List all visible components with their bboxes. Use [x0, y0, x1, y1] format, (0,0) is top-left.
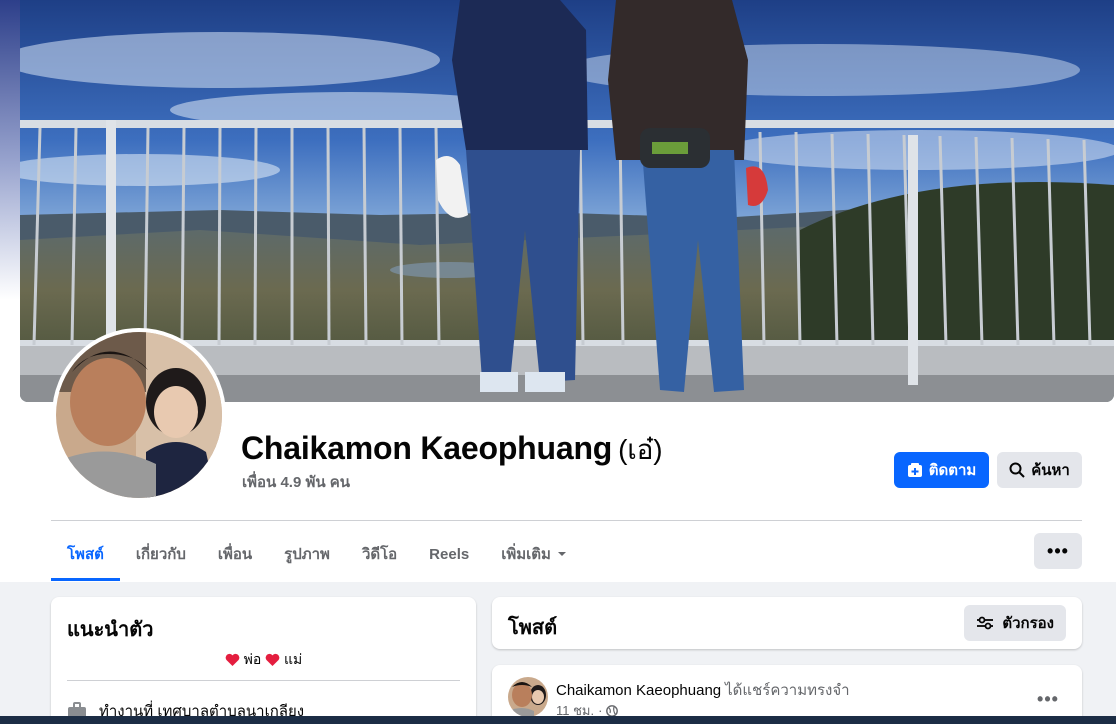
friends-count-link[interactable]: เพื่อน 4.9 พัน คน: [242, 470, 350, 494]
follow-label: ติดตาม: [928, 462, 977, 479]
search-button[interactable]: ค้นหา: [997, 452, 1082, 488]
os-taskbar: [0, 716, 1116, 724]
more-dots-icon: •••: [1037, 688, 1059, 709]
search-icon: [1009, 462, 1025, 478]
profile-name: Chaikamon Kaeophuang (เอ๋): [241, 428, 663, 472]
tab-videos[interactable]: วิดีโอ: [346, 527, 413, 581]
profile-avatar[interactable]: [52, 328, 226, 502]
intro-title: แนะนำตัว: [67, 619, 154, 641]
post-author-link[interactable]: Chaikamon Kaeophuang: [556, 682, 721, 699]
posts-header-card: โพสต์ ตัวกรอง: [492, 597, 1082, 649]
post-header: Chaikamon Kaeophuang ได้แชร์ความทรงจำ: [556, 678, 850, 702]
tab-photos[interactable]: รูปภาพ: [268, 527, 346, 581]
search-label: ค้นหา: [1031, 462, 1070, 479]
tab-about[interactable]: เกี่ยวกับ: [120, 527, 202, 581]
tab-friends[interactable]: เพื่อน: [202, 527, 268, 581]
intro-divider: [67, 680, 460, 681]
filter-label: ตัวกรอง: [1002, 615, 1054, 632]
filter-icon: [977, 616, 994, 630]
post-action-text: ได้แชร์ความทรงจำ: [725, 682, 850, 699]
follow-icon: [907, 463, 922, 477]
profile-more-options-button[interactable]: •••: [1034, 533, 1082, 569]
tab-more[interactable]: เพิ่มเติม: [485, 527, 583, 581]
filter-button[interactable]: ตัวกรอง: [964, 605, 1066, 641]
intro-bio: พ่อ แม่: [51, 649, 476, 671]
heart-icon: [225, 653, 240, 666]
chevron-down-icon: [557, 552, 566, 556]
bio-text-mother: แม่: [284, 651, 303, 667]
heart-icon: [265, 653, 280, 666]
tab-reels[interactable]: Reels: [413, 527, 485, 581]
tab-more-label: เพิ่มเติม: [501, 546, 551, 563]
posts-title: โพสต์: [508, 617, 558, 639]
profile-nickname: (เอ๋): [618, 434, 663, 465]
globe-icon: [606, 704, 619, 717]
follow-button[interactable]: ติดตาม: [894, 452, 989, 488]
post-author-avatar[interactable]: [508, 677, 548, 717]
header-divider: [51, 520, 1082, 521]
profile-tabs: โพสต์ เกี่ยวกับ เพื่อน รูปภาพ วิดีโอ Ree…: [51, 527, 583, 581]
profile-name-text: Chaikamon Kaeophuang: [241, 430, 613, 466]
bio-text-father: พ่อ: [243, 651, 262, 667]
background-fade: [0, 0, 20, 300]
intro-card: แนะนำตัว พ่อ แม่ ทำงานที่ เทศบาลตำบลนาเก…: [51, 597, 476, 724]
more-dots-icon: •••: [1047, 540, 1069, 561]
tab-posts[interactable]: โพสต์: [51, 527, 120, 581]
post-more-options-button[interactable]: •••: [1030, 681, 1066, 717]
